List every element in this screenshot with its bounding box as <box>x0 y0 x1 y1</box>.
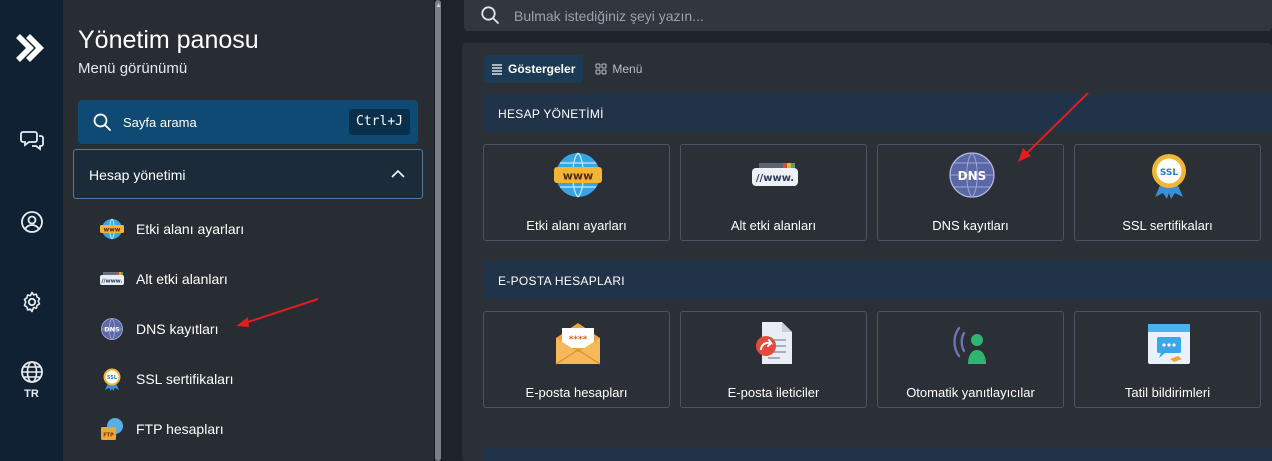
svg-text:****: **** <box>569 335 588 345</box>
card-ssl-certificates[interactable]: SSL SSL sertifikaları <box>1074 144 1261 241</box>
view-tabs: Göstergeler Menü <box>483 55 650 83</box>
grid-icon <box>595 63 607 75</box>
card-subdomains[interactable]: //www. Alt etki alanları <box>680 144 867 241</box>
language-code: TR <box>24 388 39 400</box>
sidebar: Yönetim panosu Menü görünümü Sayfa arama… <box>63 0 434 461</box>
svg-text:FTP: FTP <box>103 433 114 439</box>
shortcut-badge: Ctrl+J <box>349 109 410 135</box>
settings-button[interactable] <box>0 290 63 314</box>
tab-label: Göstergeler <box>508 62 576 76</box>
card-email-accounts[interactable]: **** E-posta hesapları <box>483 311 670 408</box>
sidebar-item-label: Etki alanı ayarları <box>136 221 245 237</box>
sidebar-item-subdomains[interactable]: //www. Alt etki alanları <box>99 264 419 294</box>
person-signal-icon <box>953 326 986 364</box>
section-header-email: E-POSTA HESAPLARI <box>483 261 1272 299</box>
group-account-management[interactable]: Hesap yönetimi <box>73 149 423 199</box>
sidebar-item-label: Alt etki alanları <box>136 271 228 287</box>
main-area: Bulmak istediğiniz şeyi yazın... Gösterg… <box>442 0 1272 461</box>
search-placeholder: Bulmak istediğiniz şeyi yazın... <box>514 8 704 24</box>
card-domain-settings[interactable]: www Etki alanı ayarları <box>483 144 670 241</box>
sidebar-item-label: DNS kayıtları <box>136 321 219 337</box>
chevron-up-icon <box>391 169 405 178</box>
svg-text:SSL: SSL <box>107 375 118 381</box>
sidebar-item-label: FTP hesapları <box>136 421 224 437</box>
card-label: SSL sertifikaları <box>1122 218 1213 233</box>
page-search-button[interactable]: Sayfa arama Ctrl+J <box>78 100 418 144</box>
document-forward-icon <box>756 322 792 364</box>
card-email-forwarders[interactable]: E-posta ileticiler <box>680 311 867 408</box>
sidebar-scrollbar-thumb[interactable] <box>435 0 441 461</box>
user-icon <box>20 211 43 233</box>
annotation-arrow-card <box>1018 92 1089 162</box>
section-title: HESAP YÖNETİMİ <box>498 107 604 121</box>
dashboard-panel: Göstergeler Menü HESAP YÖNETİMİ www Etki… <box>462 43 1272 461</box>
svg-text://www.: //www. <box>102 279 123 285</box>
card-autoresponders[interactable]: Otomatik yanıtlayıcılar <box>877 311 1064 408</box>
group-label: Hesap yönetimi <box>89 167 186 183</box>
dns-globe-icon: DNS <box>101 318 123 340</box>
chat-button[interactable] <box>0 128 63 152</box>
svg-text:DNS: DNS <box>104 326 120 334</box>
gear-icon <box>23 291 40 313</box>
list-icon <box>492 64 502 75</box>
card-label: E-posta ileticiler <box>727 385 820 400</box>
sidebar-subtitle: Menü görünümü <box>78 60 188 77</box>
section-title: E-POSTA HESAPLARI <box>498 274 625 288</box>
sidebar-item-ftp-accounts[interactable]: FTP FTP hesapları <box>99 414 419 444</box>
tab-menu[interactable]: Menü <box>587 55 650 83</box>
calendar-chat-icon <box>1148 324 1190 364</box>
svg-text://www.: //www. <box>756 173 794 184</box>
logo-icon <box>15 34 44 62</box>
search-icon <box>481 6 499 24</box>
annotation-arrow-sidebar <box>236 298 319 327</box>
language-button[interactable]: TR <box>0 360 63 400</box>
section-header-next <box>483 447 1272 461</box>
search-icon <box>93 113 111 131</box>
card-label: Etki alanı ayarları <box>526 218 627 233</box>
www-bar-icon: //www. <box>752 163 798 186</box>
logo[interactable] <box>0 30 63 66</box>
dns-globe-icon: DNS <box>949 152 995 198</box>
tab-indicators[interactable]: Göstergeler <box>483 55 584 83</box>
card-label: DNS kayıtları <box>932 218 1009 233</box>
sidebar-item-label: SSL sertifikaları <box>136 371 234 387</box>
card-label: Tatil bildirimleri <box>1124 385 1211 400</box>
page-search-label: Sayfa arama <box>123 115 197 130</box>
envelope-icon: **** <box>555 323 601 365</box>
ssl-badge-icon: SSL <box>103 368 121 391</box>
app-root: TR Yönetim panosu Menü görünümü Sayfa ar… <box>0 0 1272 461</box>
card-label: E-posta hesapları <box>525 385 628 400</box>
section-header-account: HESAP YÖNETİMİ <box>483 94 1272 132</box>
tab-label: Menü <box>612 62 643 76</box>
sidebar-title: Yönetim panosu <box>78 26 259 54</box>
sidebar-item-ssl-certificates[interactable]: SSL SSL sertifikaları <box>99 364 419 394</box>
icon-rail: TR <box>0 0 63 461</box>
sidebar-item-domain-settings[interactable]: www Etki alanı ayarları <box>99 214 419 244</box>
www-bar-icon: //www. <box>100 272 124 285</box>
profile-button[interactable] <box>0 210 63 234</box>
global-search-input[interactable]: Bulmak istediğiniz şeyi yazın... <box>464 0 1272 31</box>
www-globe-icon: www <box>100 218 124 240</box>
svg-text:DNS: DNS <box>958 169 987 183</box>
ftp-icon: FTP <box>101 418 123 440</box>
chat-icon <box>19 131 44 151</box>
svg-text:www: www <box>563 170 594 183</box>
www-globe-icon: www <box>554 152 602 198</box>
scroll-up-icon[interactable]: ▲ <box>435 2 442 9</box>
globe-icon <box>20 361 43 383</box>
svg-text:SSL: SSL <box>1160 168 1179 178</box>
card-label: Alt etki alanları <box>730 218 817 233</box>
svg-text:www: www <box>104 227 121 234</box>
card-vacation-notices[interactable]: Tatil bildirimleri <box>1074 311 1261 408</box>
card-label: Otomatik yanıtlayıcılar <box>906 385 1035 400</box>
ssl-badge-icon: SSL <box>1152 154 1186 199</box>
